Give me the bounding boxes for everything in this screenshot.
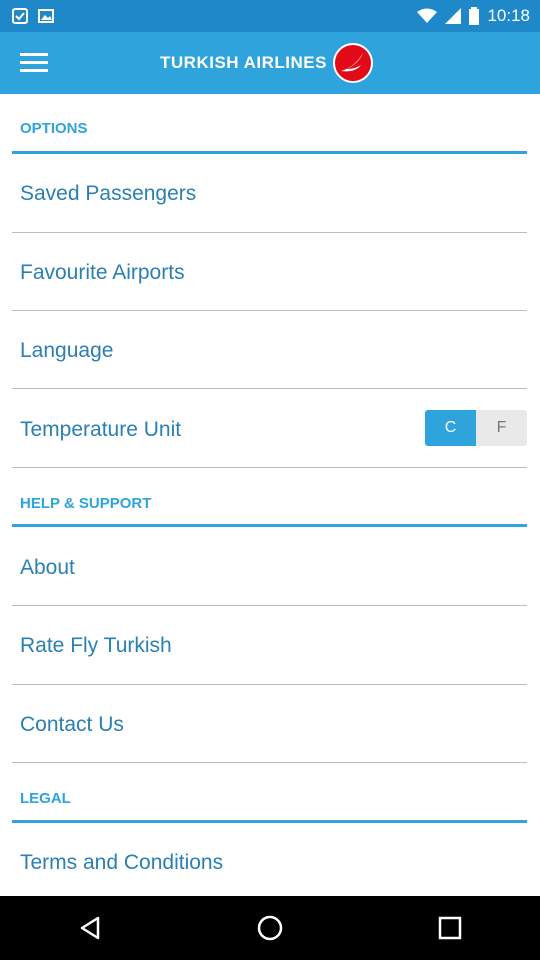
- list-item-label: Language: [20, 339, 114, 362]
- list-item-label: Contact Us: [20, 713, 124, 736]
- list-item-label: Saved Passengers: [20, 182, 197, 205]
- signal-icon: [445, 8, 462, 24]
- list-item-label: Terms and Conditions: [20, 851, 224, 874]
- hamburger-menu-icon: [20, 53, 48, 72]
- section-title: OPTIONS: [20, 120, 88, 137]
- section-rule: [12, 524, 527, 527]
- celsius-option[interactable]: C: [425, 410, 476, 446]
- turkish-airlines-logo: TURKISH AIRLINES: [160, 42, 373, 84]
- navigation-bar: [0, 896, 540, 960]
- image-icon: [38, 9, 54, 23]
- logo-text: TURKISH AIRLINES: [160, 53, 327, 72]
- notification-icon: [12, 8, 28, 24]
- section-header-options: OPTIONS: [12, 114, 527, 154]
- bird-logo-icon: [333, 43, 373, 83]
- home-icon[interactable]: [256, 914, 284, 942]
- status-time: 10:18: [487, 6, 530, 25]
- settings-content[interactable]: OPTIONS Saved Passengers Favourite Airpo…: [0, 94, 540, 896]
- list-item-contact-us[interactable]: Contact Us: [12, 685, 527, 763]
- list-item-label: Temperature Unit: [20, 418, 182, 441]
- list-item-label: Favourite Airports: [20, 261, 185, 284]
- section-header-help-support: HELP & SUPPORT: [12, 489, 527, 529]
- section-header-legal: LEGAL: [12, 784, 527, 824]
- section-rule: [12, 820, 527, 823]
- back-icon[interactable]: [76, 914, 104, 942]
- list-item-label: Rate Fly Turkish: [20, 634, 172, 657]
- list-item-saved-passengers[interactable]: Saved Passengers: [12, 154, 527, 233]
- section-title: HELP & SUPPORT: [20, 495, 152, 512]
- list-item-language[interactable]: Language: [12, 311, 527, 389]
- fahrenheit-option[interactable]: F: [476, 410, 527, 446]
- section-title: LEGAL: [20, 790, 71, 807]
- recent-apps-icon[interactable]: [436, 914, 464, 942]
- list-item-label: About: [20, 556, 75, 579]
- temperature-unit-toggle[interactable]: C F: [425, 410, 527, 446]
- status-notifications: [12, 0, 54, 32]
- status-bar: 10:18: [0, 0, 540, 32]
- list-item-temperature-unit: Temperature Unit C F: [12, 389, 527, 468]
- list-item-about[interactable]: About: [12, 528, 527, 606]
- wifi-icon: [417, 8, 438, 23]
- list-item-rate-fly-turkish[interactable]: Rate Fly Turkish: [12, 606, 527, 685]
- status-indicators: 10:18: [417, 0, 530, 32]
- app-header: TURKISH AIRLINES: [0, 32, 540, 94]
- list-item-favourite-airports[interactable]: Favourite Airports: [12, 233, 527, 311]
- list-item-terms-and-conditions[interactable]: Terms and Conditions: [12, 824, 527, 896]
- menu-button[interactable]: [14, 44, 54, 82]
- battery-icon: [469, 7, 480, 25]
